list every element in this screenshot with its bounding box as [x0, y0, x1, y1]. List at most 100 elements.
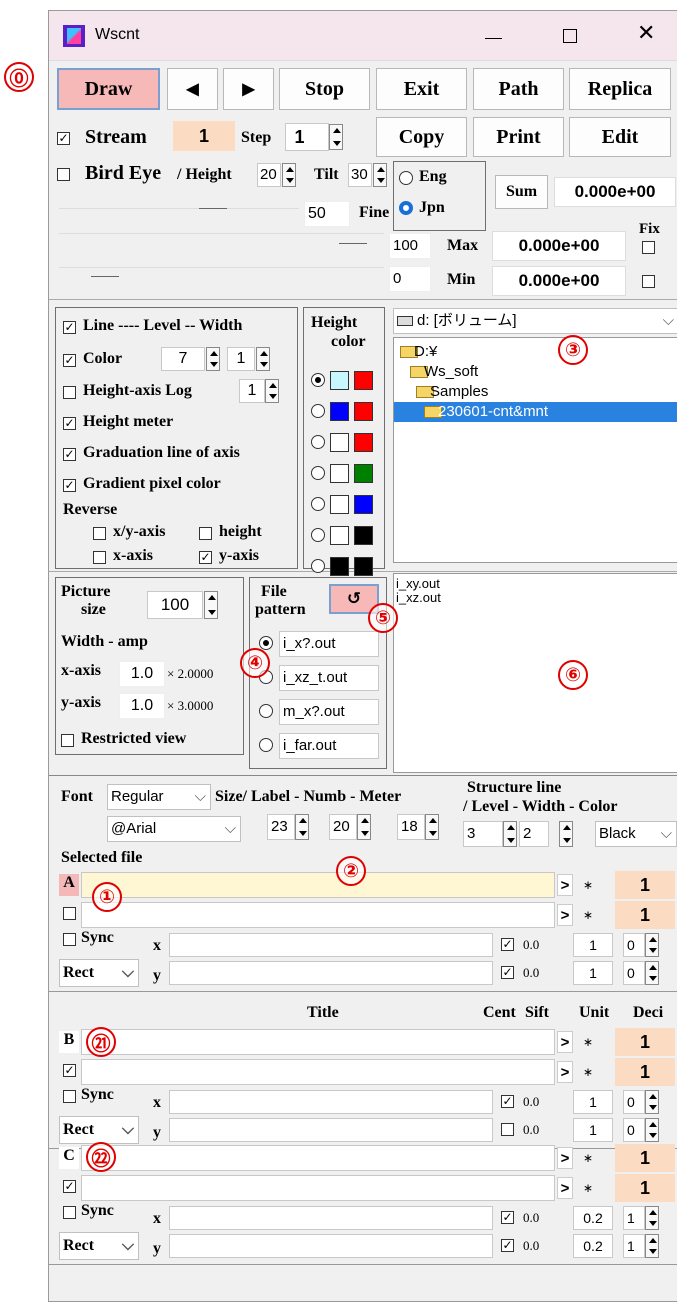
y-amp-input[interactable]: 1.0 — [119, 693, 165, 719]
meter-size-spinner[interactable] — [425, 814, 439, 840]
min-slider-track[interactable] — [59, 267, 384, 268]
rect-select[interactable]: Rect ⌵ — [59, 959, 139, 987]
max-slider-value[interactable]: 100 — [389, 233, 431, 259]
height-spinner[interactable] — [282, 163, 296, 187]
meter-checkbox[interactable]: ✓ — [63, 417, 76, 430]
numb-size-spinner[interactable] — [357, 814, 371, 840]
color-level-spinner[interactable] — [206, 347, 220, 371]
x-cent-checkbox[interactable]: ✓ — [501, 1095, 514, 1108]
rect-select[interactable]: Rect ⌵ — [59, 1116, 139, 1144]
file-b-title-input[interactable] — [81, 1059, 555, 1085]
picture-size-input[interactable]: 100 — [147, 591, 203, 619]
structure-level-spinner[interactable] — [503, 821, 517, 847]
min-slider-value[interactable]: 0 — [389, 266, 431, 292]
stream-checkbox[interactable]: ✓ — [57, 132, 70, 145]
step-spinner[interactable] — [329, 124, 343, 150]
max-fix-checkbox[interactable] — [642, 241, 655, 254]
label-size-spinner[interactable] — [295, 814, 309, 840]
y-deci-spinner[interactable] — [645, 1234, 659, 1258]
height-color-radio-0[interactable] — [311, 373, 325, 387]
pattern-option-2[interactable]: m_x?.out — [279, 699, 379, 725]
y-cent-checkbox[interactable]: ✓ — [501, 966, 514, 979]
file-b-title-star-button[interactable]: ∗ — [579, 1061, 597, 1083]
file-c-next-button[interactable]: > — [557, 1147, 573, 1169]
file-a-title-next-button[interactable]: > — [557, 904, 573, 926]
y-cent-checkbox[interactable]: ✓ — [501, 1239, 514, 1252]
height-color-low-swatch-6[interactable] — [330, 557, 349, 576]
maximize-icon[interactable] — [563, 29, 577, 43]
drive-select[interactable]: d: [ボリューム] ⌵ — [393, 308, 677, 334]
height-reverse-checkbox[interactable] — [199, 527, 212, 540]
sum-button[interactable]: Sum — [495, 175, 548, 209]
xy-axis-checkbox[interactable] — [93, 527, 106, 540]
folder-tree[interactable]: D:¥ Ws_soft Samples 230601-cnt&mnt — [393, 337, 677, 563]
file-item[interactable]: i_xz.out — [396, 590, 441, 605]
pattern-radio-2[interactable] — [259, 704, 273, 718]
height-input[interactable]: 20 — [257, 163, 281, 187]
height-color-low-swatch-5[interactable] — [330, 526, 349, 545]
log-input[interactable]: 1 — [239, 379, 265, 403]
x-unit-input[interactable]: 0.2 — [573, 1206, 613, 1230]
x-title-input[interactable] — [169, 1206, 493, 1230]
folder-item[interactable]: Samples — [394, 382, 677, 402]
file-a-next-button[interactable]: > — [557, 874, 573, 896]
file-c-name-input[interactable] — [81, 1145, 555, 1171]
height-color-low-swatch-2[interactable] — [330, 433, 349, 452]
min-slider-thumb[interactable] — [91, 276, 119, 277]
sync-checkbox[interactable] — [63, 1206, 76, 1219]
y-deci-spinner[interactable] — [645, 961, 659, 985]
height-color-low-swatch-3[interactable] — [330, 464, 349, 483]
file-c-enable-checkbox[interactable]: ✓ — [63, 1180, 76, 1193]
sync-checkbox[interactable] — [63, 933, 76, 946]
close-icon[interactable]: ✕ — [637, 21, 655, 46]
y-deci-input[interactable]: 0 — [623, 1118, 645, 1142]
minimize-icon[interactable] — [485, 38, 502, 39]
file-a-enable-checkbox[interactable] — [63, 907, 76, 920]
x-title-input[interactable] — [169, 933, 493, 957]
file-c-title-star-button[interactable]: ∗ — [579, 1177, 597, 1199]
draw-button[interactable]: Draw — [57, 68, 160, 110]
x-unit-input[interactable]: 1 — [573, 933, 613, 957]
restricted-checkbox[interactable] — [61, 734, 74, 747]
birdeye-checkbox[interactable] — [57, 168, 70, 181]
file-c-title-next-button[interactable]: > — [557, 1177, 573, 1199]
x-deci-spinner[interactable] — [645, 1090, 659, 1114]
x-deci-input[interactable]: 0 — [623, 1090, 645, 1114]
y-unit-input[interactable]: 1 — [573, 1118, 613, 1142]
edit-button[interactable]: Edit — [569, 117, 671, 157]
pattern-option-1[interactable]: i_xz_t.out — [279, 665, 379, 691]
x-deci-input[interactable]: 0 — [623, 933, 645, 957]
file-c-title-input[interactable] — [81, 1175, 555, 1201]
max-slider-thumb[interactable] — [339, 243, 367, 244]
min-value[interactable]: 0.000e+00 — [492, 266, 626, 296]
y-deci-input[interactable]: 0 — [623, 961, 645, 985]
fine-slider-track[interactable] — [59, 208, 299, 209]
height-color-low-swatch-1[interactable] — [330, 402, 349, 421]
fine-value[interactable]: 50 — [304, 201, 350, 227]
x-unit-input[interactable]: 1 — [573, 1090, 613, 1114]
file-item[interactable]: i_xy.out — [396, 576, 440, 591]
stop-button[interactable]: Stop — [279, 68, 370, 110]
x-amp-input[interactable]: 1.0 — [119, 661, 165, 687]
stream-value[interactable]: 1 — [173, 121, 235, 151]
grad-pixel-checkbox[interactable]: ✓ — [63, 479, 76, 492]
height-color-radio-1[interactable] — [311, 404, 325, 418]
exit-button[interactable]: Exit — [376, 68, 467, 110]
height-color-low-swatch-4[interactable] — [330, 495, 349, 514]
picture-size-spinner[interactable] — [204, 591, 218, 619]
x-title-input[interactable] — [169, 1090, 493, 1114]
min-fix-checkbox[interactable] — [642, 275, 655, 288]
y-unit-input[interactable]: 0.2 — [573, 1234, 613, 1258]
height-color-radio-3[interactable] — [311, 466, 325, 480]
tilt-spinner[interactable] — [373, 163, 387, 187]
jpn-radio[interactable] — [399, 201, 413, 215]
print-button[interactable]: Print — [473, 117, 564, 157]
structure-width-spinner[interactable] — [559, 821, 573, 847]
color-checkbox[interactable]: ✓ — [63, 354, 76, 367]
structure-level-input[interactable]: 3 — [463, 821, 503, 847]
rect-select[interactable]: Rect ⌵ — [59, 1232, 139, 1260]
file-a-name-input[interactable] — [81, 872, 555, 898]
file-b-star-button[interactable]: ∗ — [579, 1031, 597, 1053]
height-color-low-swatch-0[interactable] — [330, 371, 349, 390]
x-cent-checkbox[interactable]: ✓ — [501, 938, 514, 951]
